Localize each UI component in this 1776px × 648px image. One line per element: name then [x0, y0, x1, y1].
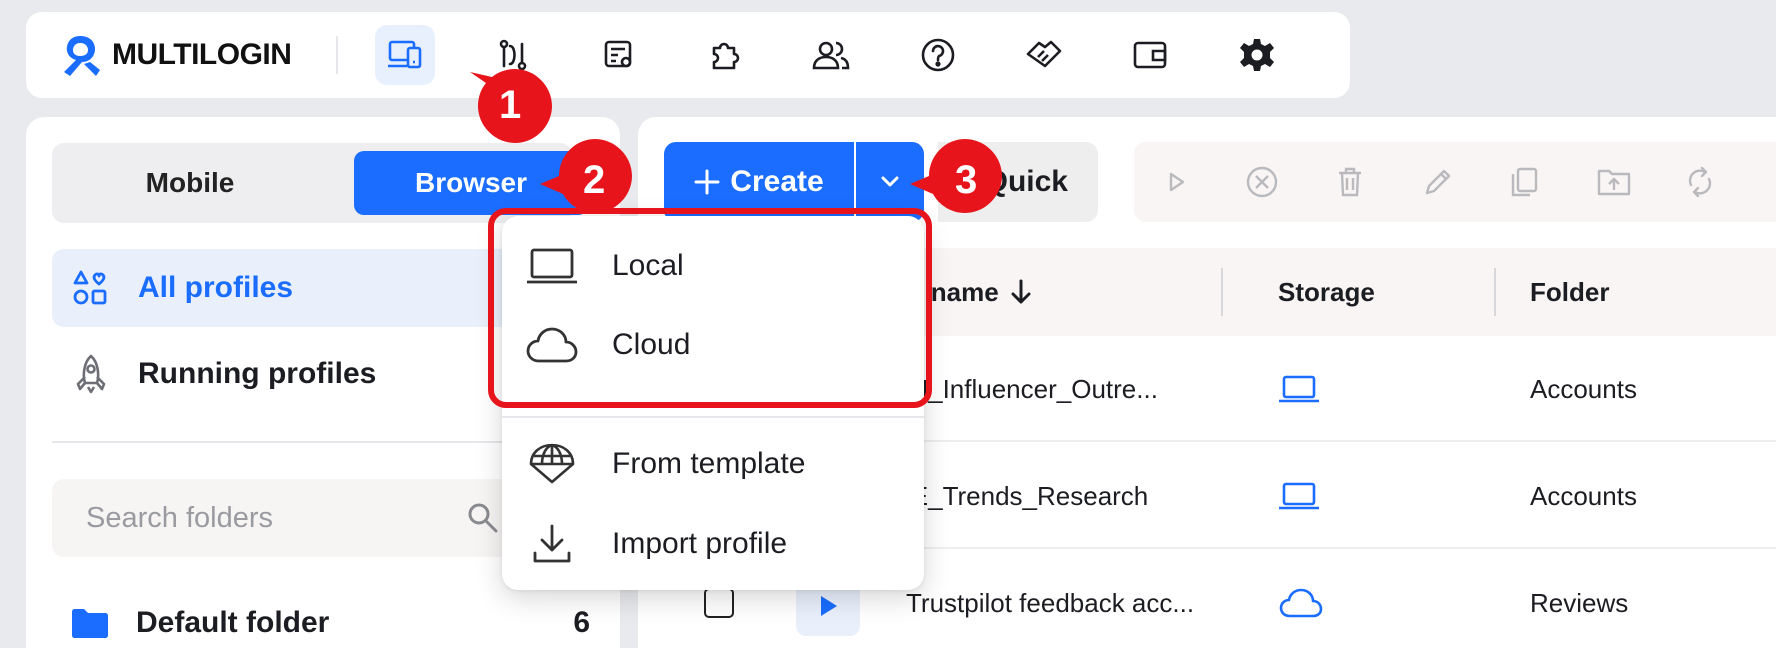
puzzle-icon	[712, 42, 740, 70]
plus-icon	[694, 169, 720, 195]
search-icon	[468, 503, 498, 533]
settings-gear-icon	[1240, 39, 1274, 71]
folder-upload-icon	[1597, 169, 1631, 196]
column-header-folder[interactable]: Folder	[1530, 248, 1609, 336]
template-umbrella-icon	[524, 439, 580, 489]
folder-search-input[interactable]: Search folders	[52, 479, 572, 557]
shapes-icon	[68, 265, 114, 311]
row-checkbox[interactable]	[704, 588, 734, 618]
play-icon	[821, 596, 837, 616]
menu-item-import-profile[interactable]: Import profile	[524, 509, 904, 579]
profile-folder: Accounts	[1530, 480, 1637, 511]
nav-divider	[336, 36, 338, 74]
callout-number-2: 2	[583, 158, 606, 202]
profile-folder: Reviews	[1530, 587, 1629, 618]
nav-settings[interactable]	[1227, 25, 1287, 85]
handshake-icon	[1026, 40, 1062, 68]
folder-icon	[72, 609, 108, 638]
profile-name: Trustpilot feedback acc...	[906, 587, 1195, 618]
trash-icon	[1339, 167, 1361, 197]
play-icon	[1169, 172, 1185, 192]
refresh-icon	[1688, 166, 1712, 198]
menu-item-label: From template	[612, 447, 806, 480]
nav-wallet[interactable]	[1120, 25, 1180, 85]
laptop-icon	[1279, 375, 1319, 403]
callout-number-1: 1	[499, 83, 522, 127]
folder-count: 6	[573, 606, 590, 639]
search-placeholder: Search folders	[86, 501, 273, 534]
wallet-icon	[1133, 41, 1167, 69]
help-icon	[921, 38, 955, 72]
column-separator	[1494, 268, 1496, 316]
move-action[interactable]	[1594, 162, 1634, 202]
nav-profiles[interactable]	[375, 25, 435, 85]
sync-action[interactable]	[1680, 162, 1720, 202]
templates-icon	[604, 40, 632, 68]
nav-team[interactable]	[801, 25, 861, 85]
highlight-box	[488, 208, 932, 408]
storage-cloud	[1278, 550, 1324, 648]
storage-local	[1278, 443, 1320, 549]
close-circle-icon	[1246, 166, 1278, 198]
team-icon	[812, 41, 850, 70]
callout-number-3: 3	[955, 158, 978, 202]
nav-help[interactable]	[908, 25, 968, 85]
top-navigation-bar: MULTILOGIN	[26, 12, 1350, 98]
bulk-action-bar	[1134, 142, 1776, 222]
menu-divider	[502, 416, 924, 418]
create-button-label: Create	[730, 165, 824, 198]
copy-icon	[1511, 167, 1538, 197]
folder-item[interactable]: Default folder 6	[70, 593, 590, 648]
column-folder-label: Folder	[1530, 276, 1610, 307]
nav-templates[interactable]	[589, 25, 649, 85]
sidebar-item-label: Running profiles	[138, 357, 377, 390]
clone-action[interactable]	[1504, 162, 1544, 202]
multilogin-logo-icon	[64, 36, 100, 76]
menu-item-label: Import profile	[612, 527, 788, 560]
cloud-icon	[1279, 588, 1323, 618]
column-separator	[1221, 268, 1223, 316]
download-icon	[524, 519, 580, 569]
delete-action[interactable]	[1330, 162, 1370, 202]
brand-logo[interactable]: MULTILOGIN	[58, 30, 292, 80]
profile-name: DE_Trends_Research	[892, 480, 1149, 511]
nav-extensions[interactable]	[695, 25, 755, 85]
start-action[interactable]	[1156, 162, 1196, 202]
tab-mobile[interactable]: Mobile	[62, 151, 318, 215]
folder-name: Default folder	[136, 606, 330, 639]
column-storage-label: Storage	[1278, 276, 1375, 307]
chevron-down-icon	[881, 176, 899, 187]
storage-local	[1278, 336, 1320, 442]
pencil-icon	[1425, 169, 1451, 195]
edit-action[interactable]	[1418, 162, 1458, 202]
arrow-down-icon	[1011, 279, 1031, 304]
rocket-icon	[68, 351, 114, 397]
stop-action[interactable]	[1242, 162, 1282, 202]
laptop-icon	[1279, 482, 1319, 510]
menu-item-from-template[interactable]: From template	[524, 429, 904, 499]
nav-affiliate[interactable]	[1014, 25, 1074, 85]
sidebar-item-label: All profiles	[138, 271, 294, 304]
brand-name: MULTILOGIN	[112, 38, 292, 71]
column-header-storage[interactable]: Storage	[1278, 248, 1375, 336]
profile-folder: Accounts	[1530, 373, 1637, 404]
devices-icon	[388, 40, 422, 69]
